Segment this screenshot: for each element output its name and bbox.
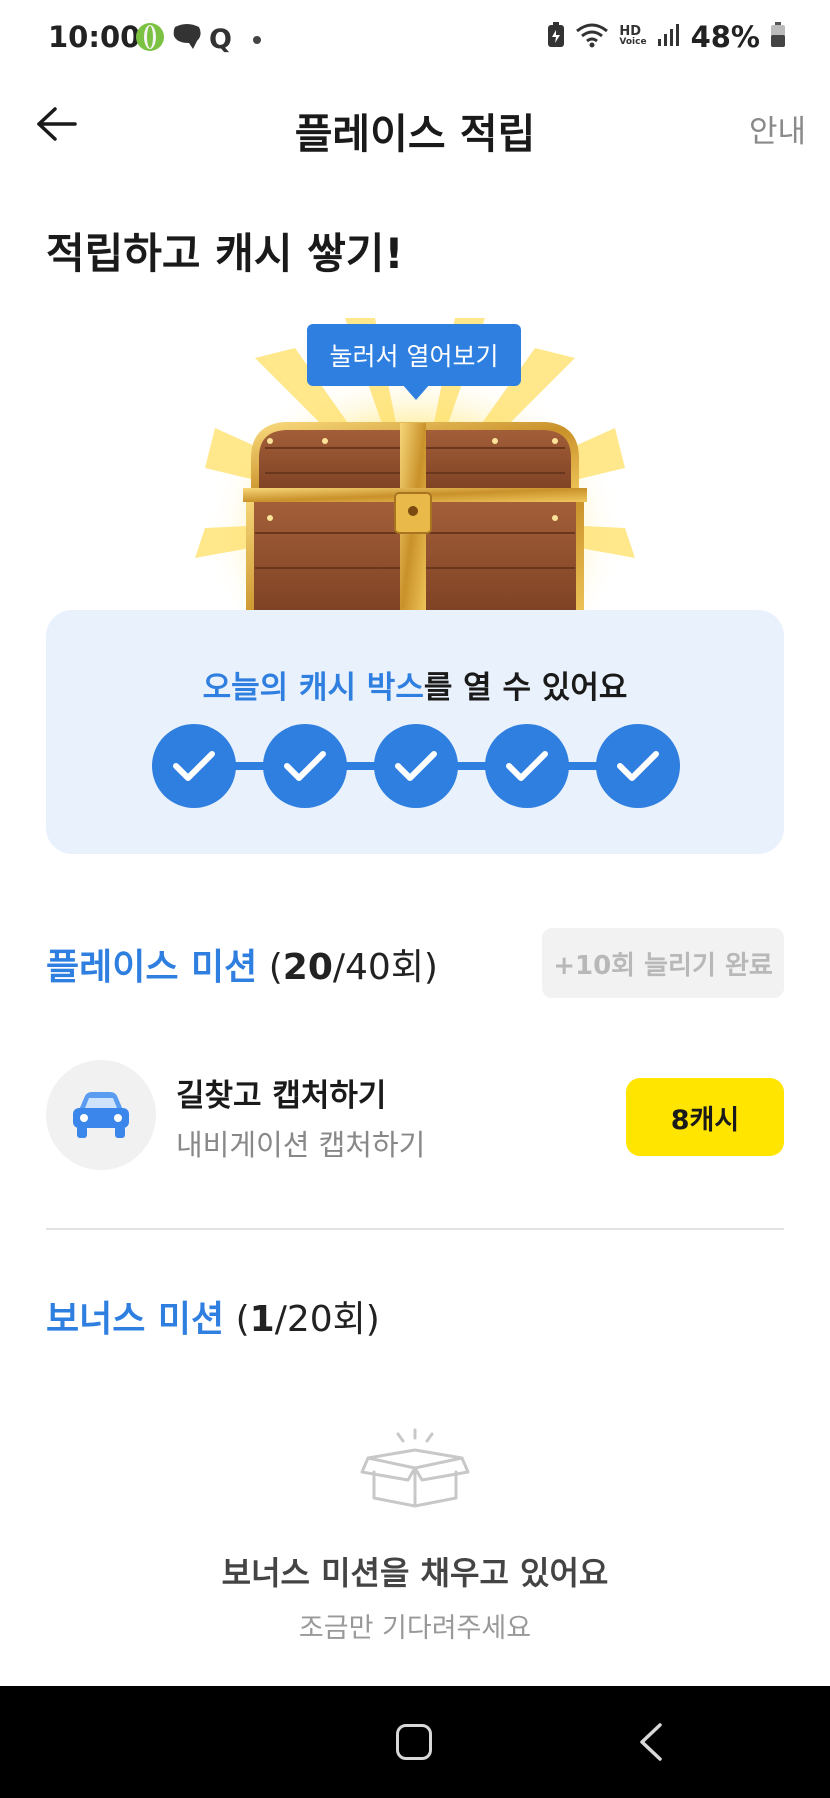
check-icon: [395, 751, 437, 781]
battery-percent: 48%: [690, 20, 760, 54]
count-open: (: [257, 947, 283, 988]
status-time: 10:00: [48, 20, 141, 54]
app-icon-green: [135, 22, 165, 56]
guide-link[interactable]: 안내: [749, 106, 806, 151]
count-done: 1: [249, 1299, 275, 1340]
bonus-mission-label: 보너스 미션: [46, 1299, 225, 1340]
section-divider: [46, 1228, 784, 1230]
bonus-mission-count: (1/20회): [224, 1299, 380, 1340]
extend-missions-button[interactable]: +10회 늘리기 완료: [542, 928, 784, 998]
count-open: (: [224, 1299, 250, 1340]
check-icon: [284, 751, 326, 781]
count-rest: /20회): [274, 1299, 380, 1340]
battery-icon: [770, 22, 786, 52]
cash-box-progress: [152, 724, 682, 808]
signal-icon: [657, 23, 681, 51]
status-bar: 10:00 Q HD Voice 48%: [0, 0, 830, 80]
cash-box-title-accent: 오늘의 캐시 박스: [202, 670, 424, 706]
q-icon: Q: [209, 23, 232, 55]
progress-step-5: [596, 724, 680, 808]
place-mission-label: 플레이스 미션: [46, 947, 258, 988]
system-nav-bar: [0, 1686, 830, 1798]
check-icon: [617, 751, 659, 781]
chat-bubble-icon: [171, 23, 203, 55]
progress-step-4: [485, 724, 569, 808]
cash-box-title-rest: 를 열 수 있어요: [423, 670, 628, 706]
check-icon: [173, 751, 215, 781]
progress-step-1: [152, 724, 236, 808]
open-box-icon: [360, 1428, 470, 1508]
status-left-icons: Q: [135, 22, 262, 56]
page-title: 플레이스 적립: [294, 110, 536, 158]
open-chest-tooltip[interactable]: 눌러서 열어보기: [307, 324, 521, 386]
screen: 10:00 Q HD Voice 48% 플레이스 적립 안내 적립하고 캐시 …: [0, 0, 830, 1798]
progress-step-2: [263, 724, 347, 808]
count-done: 20: [282, 947, 333, 988]
empty-state-title: 보너스 미션을 채우고 있어요: [221, 1554, 609, 1592]
check-icon: [506, 751, 548, 781]
headline: 적립하고 캐시 쌓기!: [46, 229, 404, 278]
place-mission-title: 플레이스 미션 (20/40회): [46, 938, 438, 990]
empty-state-subtitle: 조금만 기다려주세요: [298, 1613, 532, 1644]
wifi-icon: [575, 22, 609, 52]
status-right-icons: HD Voice 48%: [547, 20, 786, 54]
battery-saver-icon: [547, 22, 565, 52]
progress-step-3: [374, 724, 458, 808]
hd-label: HD: [619, 24, 642, 39]
mission-title: 길찾고 캡처하기: [176, 1078, 387, 1114]
back-nav-icon[interactable]: [636, 1722, 666, 1762]
mission-avatar: [46, 1060, 156, 1170]
mission-reward-button[interactable]: 8캐시: [626, 1078, 784, 1156]
tooltip-tail: [402, 384, 430, 400]
voice-label: Voice: [619, 37, 647, 47]
car-icon: [73, 1092, 129, 1138]
cash-box-title: 오늘의 캐시 박스를 열 수 있어요: [46, 662, 784, 707]
cash-box-card: 오늘의 캐시 박스를 열 수 있어요: [46, 610, 784, 854]
home-button-icon[interactable]: [396, 1724, 432, 1760]
mission-subtitle: 내비게이션 캡처하기: [176, 1128, 426, 1162]
app-header: 플레이스 적립 안내: [0, 86, 830, 166]
bonus-mission-title: 보너스 미션 (1/20회): [46, 1290, 380, 1342]
place-mission-count: (20/40회): [257, 947, 438, 988]
hd-voice-icon: HD Voice: [619, 24, 647, 48]
dot-icon: [252, 30, 262, 49]
mission-item[interactable]: 길찾고 캡처하기 내비게이션 캡처하기 8캐시: [46, 1060, 784, 1172]
count-rest: /40회): [332, 947, 438, 988]
